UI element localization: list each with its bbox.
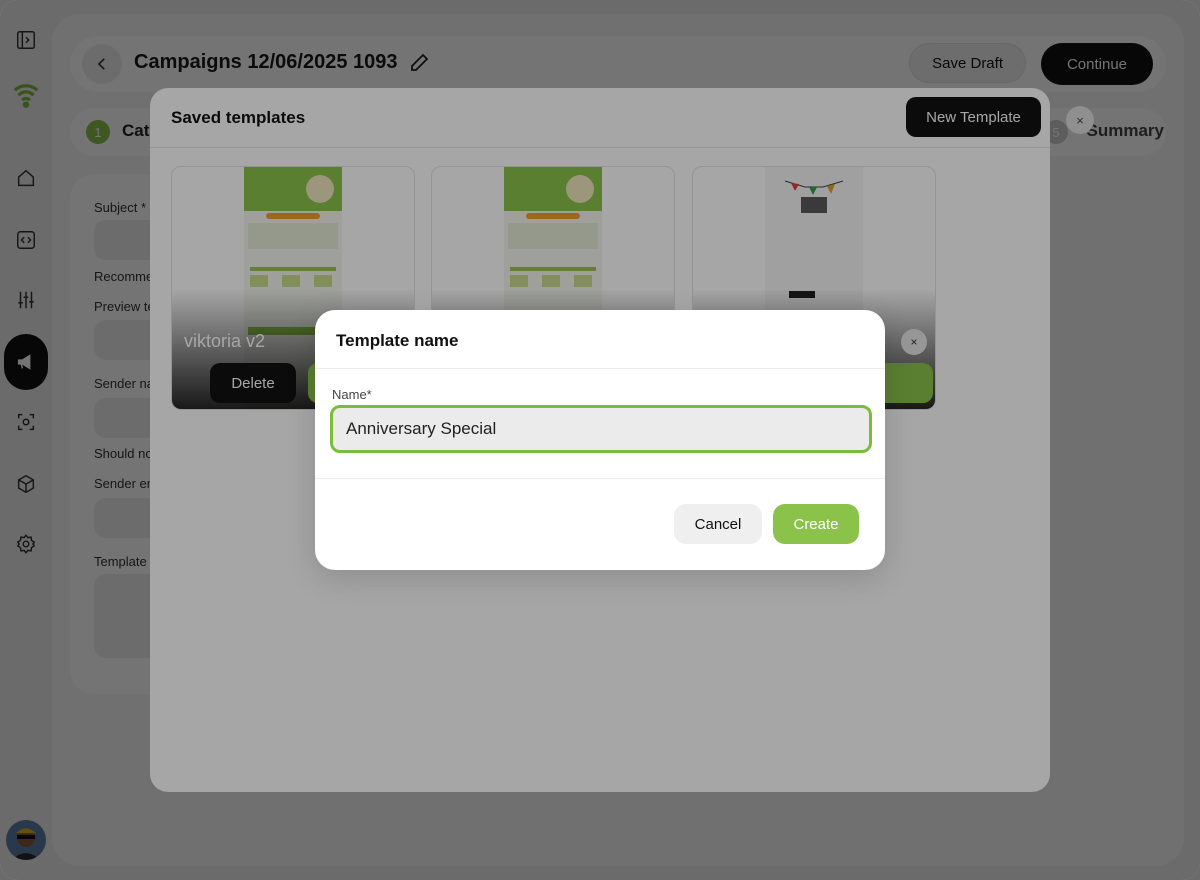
dialog-footer-divider: [315, 478, 885, 479]
template-name-dialog: Template name Name* Cancel Create: [315, 310, 885, 570]
cancel-button[interactable]: Cancel: [674, 504, 762, 544]
create-button[interactable]: Create: [773, 504, 859, 544]
dialog-title: Template name: [336, 331, 459, 350]
template-name-input[interactable]: [330, 405, 872, 453]
name-label: Name*: [332, 387, 372, 402]
dialog-header: Template name: [315, 310, 885, 369]
app-frame: Campaigns 12/06/2025 1093 Save Draft Con…: [0, 0, 1200, 880]
